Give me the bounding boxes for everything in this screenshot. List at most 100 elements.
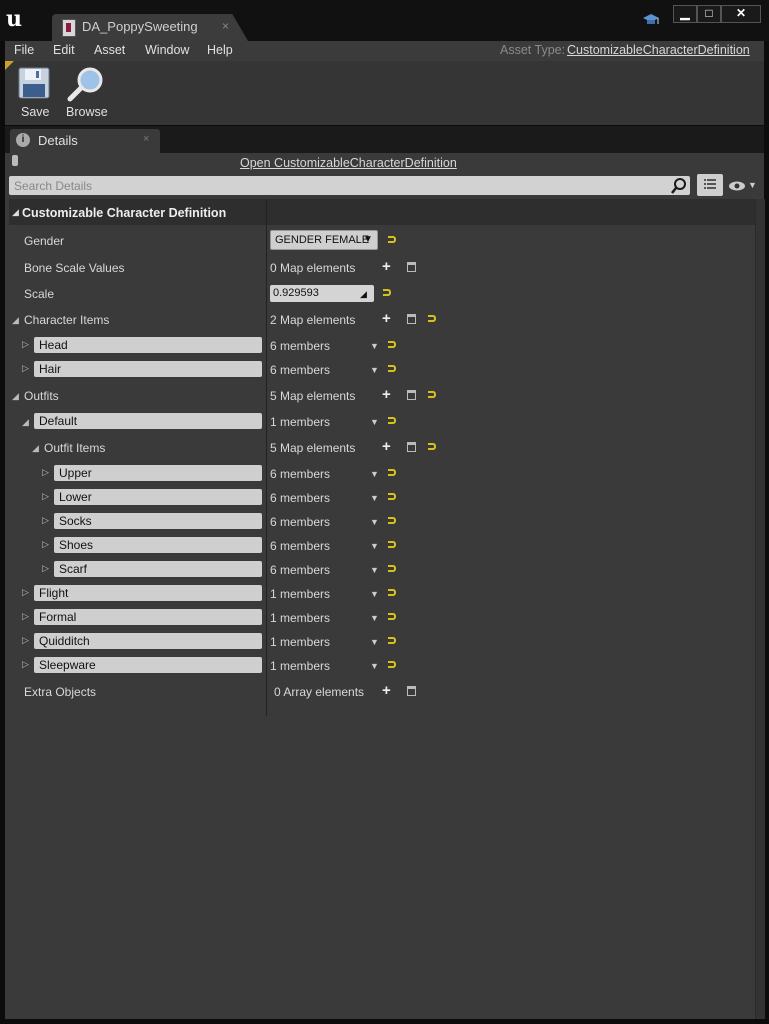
open-asset-link[interactable]: Open CustomizableCharacterDefinition	[240, 156, 457, 170]
map-key-socks[interactable]: Socks	[54, 513, 262, 529]
expand-arrow-icon[interactable]: ▷	[42, 563, 49, 574]
document-tab-label: DA_PoppySweeting	[82, 19, 198, 34]
chevron-down-icon[interactable]: ▼	[370, 365, 379, 375]
tab-details[interactable]	[10, 129, 160, 153]
map-key-head[interactable]: Head	[34, 337, 262, 353]
chevron-down-icon[interactable]: ▼	[370, 565, 379, 575]
plus-icon[interactable]: +	[382, 683, 391, 698]
reset-arrow-icon[interactable]	[388, 493, 396, 500]
reset-arrow-icon[interactable]	[388, 637, 396, 644]
chevron-down-icon[interactable]: ▼	[370, 637, 379, 647]
trash-icon[interactable]	[407, 442, 416, 452]
map-key-scarf[interactable]: Scarf	[54, 561, 262, 577]
browse-button-label[interactable]: Browse	[66, 105, 108, 119]
reset-arrow-icon[interactable]	[428, 443, 436, 450]
reset-arrow-icon[interactable]	[388, 589, 396, 596]
close-window-button[interactable]: ✕	[721, 5, 761, 23]
reset-arrow-icon[interactable]	[388, 365, 396, 372]
column-splitter[interactable]	[266, 199, 267, 716]
eye-icon[interactable]	[728, 180, 746, 191]
expand-arrow-icon[interactable]: ▷	[42, 539, 49, 550]
chevron-down-icon[interactable]: ▼	[748, 180, 757, 190]
expand-arrow-icon[interactable]: ▷	[22, 659, 29, 670]
reset-arrow-icon[interactable]	[388, 341, 396, 348]
menu-asset[interactable]: Asset	[94, 43, 125, 57]
menu-help[interactable]: Help	[207, 43, 233, 57]
chevron-down-icon[interactable]: ▼	[370, 661, 379, 671]
chevron-down-icon[interactable]: ▼	[370, 589, 379, 599]
maximize-button[interactable]: □	[697, 5, 721, 23]
trash-icon[interactable]	[407, 686, 416, 696]
save-button-label[interactable]: Save	[21, 105, 50, 119]
magnifier-icon[interactable]	[66, 66, 106, 102]
collapse-arrow-icon[interactable]: ◢	[32, 443, 39, 454]
reset-arrow-icon[interactable]	[428, 315, 436, 322]
search-box[interactable]	[9, 176, 690, 195]
menu-edit[interactable]: Edit	[53, 43, 75, 57]
gender-label: Gender	[24, 234, 65, 248]
expand-arrow-icon[interactable]: ▷	[22, 611, 29, 622]
reset-arrow-icon[interactable]	[388, 236, 396, 243]
chevron-down-icon[interactable]: ▼	[370, 613, 379, 623]
expand-arrow-icon[interactable]: ▷	[22, 339, 29, 350]
collapse-arrow-icon[interactable]: ◢	[12, 207, 19, 218]
ue-logo-icon[interactable]: u	[6, 6, 28, 32]
map-key-flight[interactable]: Flight	[34, 585, 262, 601]
reset-arrow-icon[interactable]	[428, 391, 436, 398]
trash-icon[interactable]	[407, 262, 416, 272]
plus-icon[interactable]: +	[382, 439, 391, 454]
menu-window[interactable]: Window	[145, 43, 189, 57]
collapse-arrow-icon[interactable]: ◢	[22, 417, 29, 428]
graduation-cap-icon[interactable]	[642, 12, 660, 28]
reset-arrow-icon[interactable]	[388, 661, 396, 668]
shoes-value: 6 members	[270, 539, 331, 553]
chevron-down-icon[interactable]: ▼	[370, 541, 379, 551]
reset-arrow-icon[interactable]	[388, 541, 396, 548]
lock-icon[interactable]	[12, 155, 18, 166]
map-key-lower[interactable]: Lower	[54, 489, 262, 505]
tab-close-icon[interactable]: ×	[222, 19, 229, 33]
chevron-down-icon[interactable]: ▼	[370, 493, 379, 503]
menu-file[interactable]: File	[14, 43, 34, 57]
details-tab-label: Details	[38, 133, 78, 148]
search-input[interactable]: Search Details	[14, 179, 92, 193]
scrollbar[interactable]	[755, 199, 765, 1019]
reset-arrow-icon[interactable]	[388, 565, 396, 572]
map-key-default[interactable]: Default	[34, 413, 262, 429]
list-view-icon[interactable]	[697, 174, 723, 196]
map-key-sleepware[interactable]: Sleepware	[34, 657, 262, 673]
reset-arrow-icon[interactable]	[383, 289, 391, 296]
trash-icon[interactable]	[407, 314, 416, 324]
map-key-formal[interactable]: Formal	[34, 609, 262, 625]
slider-icon[interactable]: ◢	[360, 289, 367, 300]
map-key-hair[interactable]: Hair	[34, 361, 262, 377]
asset-type-link[interactable]: CustomizableCharacterDefinition	[567, 43, 750, 57]
trash-icon[interactable]	[407, 390, 416, 400]
expand-arrow-icon[interactable]: ▷	[42, 467, 49, 478]
chevron-down-icon[interactable]: ▼	[370, 417, 379, 427]
chevron-down-icon[interactable]: ▼	[370, 341, 379, 351]
save-disk-icon[interactable]	[18, 67, 50, 99]
expand-arrow-icon[interactable]: ▷	[22, 363, 29, 374]
plus-icon[interactable]: +	[382, 259, 391, 274]
reset-arrow-icon[interactable]	[388, 417, 396, 424]
plus-icon[interactable]: +	[382, 387, 391, 402]
reset-arrow-icon[interactable]	[388, 469, 396, 476]
plus-icon[interactable]: +	[382, 311, 391, 326]
expand-arrow-icon[interactable]: ▷	[42, 515, 49, 526]
reset-arrow-icon[interactable]	[388, 517, 396, 524]
collapse-arrow-icon[interactable]: ◢	[12, 315, 19, 326]
map-key-quidditch[interactable]: Quidditch	[34, 633, 262, 649]
chevron-down-icon[interactable]: ▼	[370, 517, 379, 527]
map-key-shoes[interactable]: Shoes	[54, 537, 262, 553]
details-tab-close-icon[interactable]: ×	[143, 133, 149, 145]
reset-arrow-icon[interactable]	[388, 613, 396, 620]
chevron-down-icon[interactable]: ▼	[370, 469, 379, 479]
expand-arrow-icon[interactable]: ▷	[22, 635, 29, 646]
map-key-upper[interactable]: Upper	[54, 465, 262, 481]
socks-value: 6 members	[270, 515, 331, 529]
expand-arrow-icon[interactable]: ▷	[42, 491, 49, 502]
minimize-button[interactable]: ▁	[673, 5, 697, 23]
collapse-arrow-icon[interactable]: ◢	[12, 391, 19, 402]
expand-arrow-icon[interactable]: ▷	[22, 587, 29, 598]
